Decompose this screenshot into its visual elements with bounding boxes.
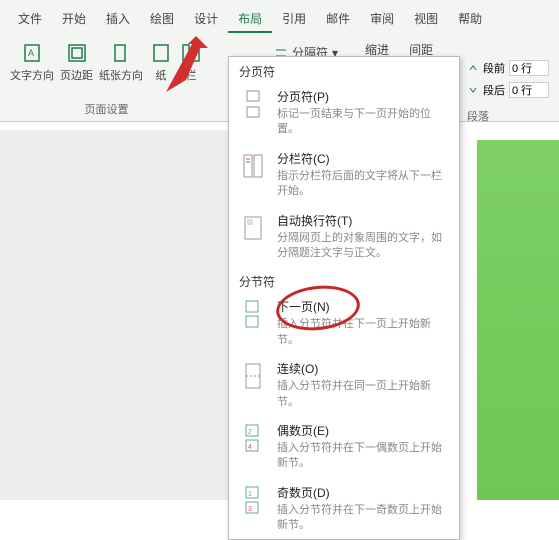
- menu-help[interactable]: 帮助: [448, 6, 492, 33]
- menu-review[interactable]: 审阅: [360, 6, 404, 33]
- section-page-breaks: 分页符: [229, 57, 459, 82]
- svg-text:1: 1: [248, 491, 252, 498]
- after-label: 段后: [483, 82, 505, 98]
- menu-mailings[interactable]: 邮件: [316, 6, 360, 33]
- svg-text:4: 4: [248, 444, 252, 451]
- menu-file[interactable]: 文件: [8, 6, 52, 33]
- menu-design[interactable]: 设计: [184, 6, 228, 33]
- menu-references[interactable]: 引用: [272, 6, 316, 33]
- svg-text:2: 2: [248, 429, 252, 436]
- item-column-break[interactable]: 分栏符(C)指示分栏符后面的文字将从下一栏开始。: [229, 144, 459, 206]
- item-even-page[interactable]: 24 偶数页(E)插入分节符并在下一偶数页上开始新节。: [229, 416, 459, 478]
- item-continuous[interactable]: 连续(O)插入分节符并在同一页上开始新节。: [229, 354, 459, 416]
- column-break-icon: [239, 150, 267, 182]
- group-page-setup: 页面设置: [85, 101, 129, 117]
- menu-bar: 文件 开始 插入 绘图 设计 布局 引用 邮件 审阅 视图 帮助: [0, 0, 559, 33]
- item-text-wrap-break[interactable]: 自动换行符(T)分隔网页上的对象周围的文字，如分隔题注文字与正文。: [229, 206, 459, 268]
- svg-text:A: A: [28, 48, 34, 58]
- document-area: [0, 130, 228, 500]
- spacing-before-input[interactable]: [509, 60, 549, 76]
- menu-layout[interactable]: 布局: [228, 6, 272, 33]
- margins-button[interactable]: 页边距: [60, 41, 93, 83]
- group-paragraph: 段落: [467, 108, 549, 124]
- next-page-icon: [239, 298, 267, 330]
- side-graphic: [477, 140, 559, 500]
- annotation-arrow: [146, 30, 216, 100]
- before-label: 段前: [483, 60, 505, 76]
- menu-insert[interactable]: 插入: [96, 6, 140, 33]
- item-odd-page[interactable]: 13 奇数页(D)插入分节符并在下一奇数页上开始新节。: [229, 478, 459, 540]
- text-wrap-icon: [239, 212, 267, 244]
- menu-home[interactable]: 开始: [52, 6, 96, 33]
- orientation-button[interactable]: 纸张方向: [99, 41, 143, 83]
- spacing-after-input[interactable]: [509, 82, 549, 98]
- continuous-icon: [239, 360, 267, 392]
- menu-draw[interactable]: 绘图: [140, 6, 184, 33]
- svg-text:3: 3: [248, 506, 252, 513]
- section-section-breaks: 分节符: [229, 267, 459, 292]
- text-direction-button[interactable]: A文字方向: [10, 41, 54, 83]
- menu-view[interactable]: 视图: [404, 6, 448, 33]
- breaks-dropdown: 分页符 分页符(P)标记一页结束与下一页开始的位置。 分栏符(C)指示分栏符后面…: [228, 56, 460, 540]
- even-page-icon: 24: [239, 422, 267, 454]
- page-break-icon: [239, 88, 267, 120]
- item-page-break[interactable]: 分页符(P)标记一页结束与下一页开始的位置。: [229, 82, 459, 144]
- spacing-controls: 段前 段后 段落: [467, 60, 549, 124]
- item-next-page[interactable]: 下一页(N)插入分节符并在下一页上开始新节。: [229, 292, 459, 354]
